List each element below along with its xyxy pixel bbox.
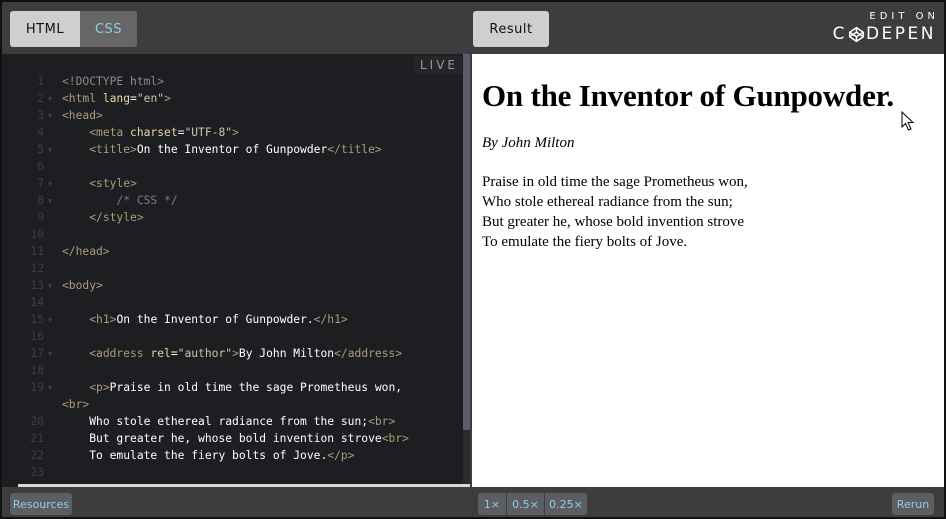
fold-arrow-icon[interactable]: ▼ <box>44 142 62 159</box>
code-line: 2 ▼ <html lang="en"> <box>2 90 409 107</box>
code-line: 11 </head> <box>30 245 110 258</box>
edit-on-codepen-link[interactable]: EDIT ON C DEPEN <box>833 11 936 44</box>
code-line-wrap: <br> <box>62 398 90 411</box>
code-line: 20 Who stole ethereal radiance from the … <box>30 415 396 428</box>
brand-suffix: DEPEN <box>865 24 936 44</box>
zoom-0-25x-button[interactable]: 0.25× <box>544 493 587 515</box>
zoom-1x-button[interactable]: 1× <box>478 493 506 515</box>
fold-arrow-icon[interactable]: ▼ <box>44 108 62 125</box>
code-line: 1 <!DOCTYPE html> <box>37 75 165 88</box>
bottom-bar: Resources 1× 0.5× 0.25× Rerun <box>2 487 944 517</box>
tab-result[interactable]: Result <box>473 11 549 47</box>
fold-arrow-icon[interactable]: ▼ <box>44 278 62 295</box>
rerun-button[interactable]: Rerun <box>892 493 934 515</box>
zoom-controls: 1× 0.5× 0.25× <box>478 493 587 515</box>
codepen-cube-icon <box>848 26 865 42</box>
fold-arrow-icon[interactable]: ▼ <box>44 176 62 193</box>
code-line: 8 ▼ /* CSS */ <box>2 192 409 209</box>
fold-arrow-icon[interactable]: ▼ <box>44 193 62 210</box>
code-line: 5 ▼ <title>On the Inventor of Gunpowder</… <box>2 141 409 158</box>
code-line: 17 ▼ <address rel="author">By John Milton… <box>2 345 409 362</box>
code-line: 9 </style> <box>37 211 144 224</box>
fold-arrow-icon[interactable]: ▼ <box>44 312 62 329</box>
code-line: 23 <box>30 466 44 479</box>
code-line: 18 <box>30 364 44 377</box>
mouse-pointer-icon <box>901 111 915 131</box>
fold-arrow-icon[interactable]: ▼ <box>44 91 62 108</box>
poem-line: But greater he, whose bold invention str… <box>482 214 745 230</box>
resources-button[interactable]: Resources <box>10 493 72 515</box>
code-line: 12 <box>30 262 44 275</box>
code-line: 15 ▼ <h1>On the Inventor of Gunpowder.</h… <box>2 311 409 328</box>
code-line: 22 To emulate the fiery bolts of Jove.</… <box>30 449 355 462</box>
code-line: 7 ▼ <style> <box>2 175 409 192</box>
code-line: 14 <box>30 296 44 309</box>
tab-css[interactable]: CSS <box>80 11 137 47</box>
code-line: 6 <box>37 160 44 173</box>
poem-line: Who stole ethereal radiance from the sun… <box>482 194 733 210</box>
codepen-embed: HTML CSS Result EDIT ON C DEPEN LIVE 1 <… <box>0 0 946 519</box>
code-line: 19 ▼ <p>Praise in old time the sage Prome… <box>2 379 409 396</box>
html-code-editor[interactable]: LIVE 1 <!DOCTYPE html> 2 ▼ <html lang="en">… <box>2 54 470 487</box>
zoom-0-5x-button[interactable]: 0.5× <box>506 493 544 515</box>
brand-prefix: C <box>832 24 847 44</box>
poem-line: To emulate the fiery bolts of Jove. <box>482 234 688 250</box>
code-line: 4 <meta charset="UTF-8"> <box>37 126 239 139</box>
poem-body: Praise in old time the sage Prometheus w… <box>482 172 748 252</box>
code-lines: 1 <!DOCTYPE html> 2 ▼ <html lang="en"> 3 ▼ <h… <box>2 73 409 481</box>
result-preview: On the Inventor of Gunpowder. By John Mi… <box>472 54 944 487</box>
code-line: 10 <box>30 228 44 241</box>
top-bar: HTML CSS Result EDIT ON C DEPEN <box>2 2 944 54</box>
code-line: 16 <box>30 330 44 343</box>
codepen-wordmark: C DEPEN <box>833 24 936 44</box>
poem-title: On the Inventor of Gunpowder. <box>482 78 894 113</box>
code-line: 3 ▼ <head> <box>2 107 409 124</box>
poem-author: By John Milton <box>482 135 575 151</box>
vertical-scrollbar-thumb[interactable] <box>463 54 470 430</box>
code-line: 21 But greater he, whose bold invention … <box>30 432 409 445</box>
edit-on-label: EDIT ON <box>869 11 939 22</box>
live-badge: LIVE <box>413 56 462 74</box>
fold-arrow-icon[interactable]: ▼ <box>44 346 62 363</box>
fold-arrow-icon[interactable]: ▼ <box>44 380 62 397</box>
code-line: 13 ▼ <body> <box>2 277 409 294</box>
tab-html[interactable]: HTML <box>10 11 80 47</box>
poem-line: Praise in old time the sage Prometheus w… <box>482 174 748 190</box>
editor-tabs: HTML CSS <box>10 11 137 47</box>
